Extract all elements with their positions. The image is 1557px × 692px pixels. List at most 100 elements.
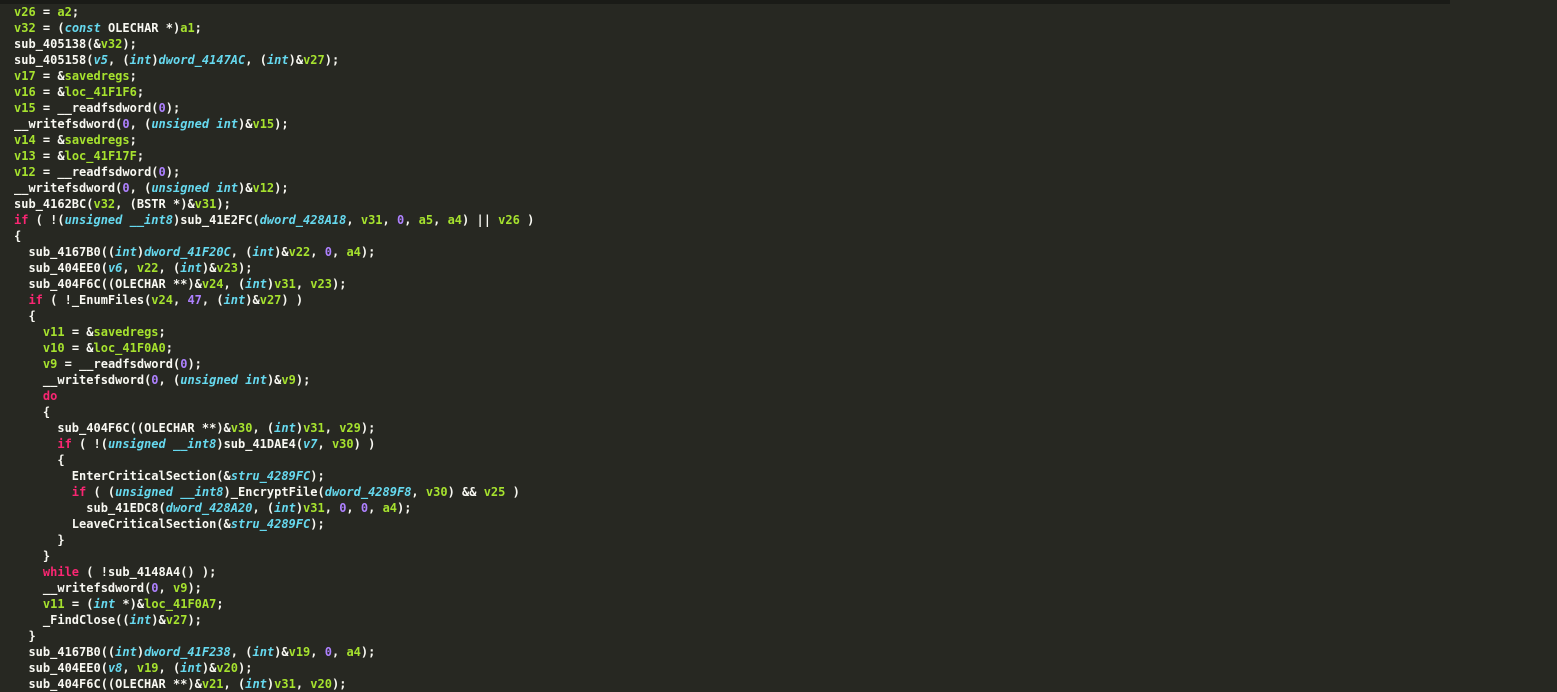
code-line[interactable]: sub_404F6C((OLECHAR **)&v30, (int)v31, v… [14,421,375,435]
decompiler-code-view[interactable]: v26 = a2; v32 = (const OLECHAR *)a1; sub… [0,4,1557,692]
code-line[interactable]: { [14,229,21,243]
token-pun: = & [36,133,65,147]
token-id: v30 [332,437,354,451]
token-pun: ; [137,85,144,99]
token-pun: *)& [166,197,195,211]
token-pun: , [310,645,324,659]
token-pun: , [310,245,324,259]
code-line[interactable]: v9 = __readfsdword(0); [14,357,202,371]
code-line[interactable]: if ( !(unsigned __int8)sub_41DAE4(v7, v3… [14,437,375,451]
code-line[interactable]: } [14,549,50,563]
code-line[interactable]: sub_4167B0((int)dword_41F20C, (int)&v22,… [14,245,375,259]
token-id: v19 [289,645,311,659]
token-white: __writefsdword [14,117,115,131]
token-ty: int [274,501,296,515]
token-pun: ; [166,341,173,355]
token-num: 0 [325,645,332,659]
code-line[interactable]: if ( !_EnumFiles(v24, 47, (int)&v27) ) [14,293,303,307]
code-line[interactable]: { [14,405,50,419]
code-line[interactable]: __writefsdword(0, (unsigned int)&v9); [14,373,310,387]
token-pun: , [433,213,447,227]
token-id: v11 [43,597,65,611]
code-line[interactable]: __writefsdword(0, (unsigned int)&v15); [14,117,289,131]
code-line[interactable]: if ( !(unsigned __int8)sub_41E2FC(dword_… [14,213,534,227]
token-white: sub_404F6C [28,677,100,691]
code-line[interactable]: sub_4167B0((int)dword_41F238, (int)&v19,… [14,645,375,659]
code-line[interactable]: } [14,629,36,643]
code-line[interactable]: v11 = &savedregs; [14,325,166,339]
code-line[interactable]: sub_405138(&v32); [14,37,137,51]
code-line[interactable]: { [14,309,36,323]
token-pun: , ( [159,661,181,675]
token-id: v26 [498,213,520,227]
code-line[interactable]: sub_404F6C((OLECHAR **)&v21, (int)v31, v… [14,677,346,691]
token-id: v11 [43,325,65,339]
token-pun: ) [137,245,144,259]
code-line[interactable]: v15 = __readfsdword(0); [14,101,180,115]
token-pun: } [14,549,50,563]
token-pun: , ( [224,677,246,691]
token-id: a4 [346,245,360,259]
code-line[interactable]: sub_4162BC(v32, (BSTR *)&v31); [14,197,231,211]
token-pun: , ( [252,501,274,515]
token-pun: = ( [36,21,65,35]
token-id: v12 [252,181,274,195]
code-line[interactable]: while ( !sub_4148A4() ); [14,565,216,579]
code-line[interactable]: v32 = (const OLECHAR *)a1; [14,21,202,35]
token-white: OLECHAR [144,421,195,435]
token-pun: , ( [252,421,274,435]
token-addr: v8 [108,661,122,675]
token-pun [14,437,57,451]
token-pun: ) [224,485,231,499]
code-line[interactable]: sub_404EE0(v8, v19, (int)&v20); [14,661,253,675]
token-id: a4 [448,213,462,227]
token-pun: , [173,293,187,307]
token-pun [14,325,43,339]
code-line[interactable]: do [14,389,57,403]
token-pun: , [332,645,346,659]
code-line[interactable]: sub_404F6C((OLECHAR **)&v24, (int)v31, v… [14,277,346,291]
token-pun [166,437,173,451]
code-line[interactable]: _FindClose((int)&v27); [14,613,202,627]
code-line[interactable]: __writefsdword(0, v9); [14,581,202,595]
token-pun: (( [101,245,115,259]
token-ty: __int8 [130,213,173,227]
code-line[interactable]: LeaveCriticalSection(&stru_4289FC); [14,517,325,531]
token-pun: )& [267,373,281,387]
token-pun: (& [86,37,100,51]
code-line[interactable]: } [14,533,65,547]
token-id: v10 [43,341,65,355]
code-line[interactable]: sub_404EE0(v6, v22, (int)&v23); [14,261,253,275]
code-line[interactable]: if ( (unsigned __int8)_EncryptFile(dword… [14,485,520,499]
code-line[interactable]: __writefsdword(0, (unsigned int)&v12); [14,181,289,195]
code-line[interactable]: v12 = __readfsdword(0); [14,165,180,179]
code-line[interactable]: EnterCriticalSection(&stru_4289FC); [14,469,325,483]
token-pun: (( [101,677,115,691]
code-line[interactable]: v26 = a2; [14,5,79,19]
token-addr: v5 [93,53,107,67]
token-pun: , ( [130,181,152,195]
code-line[interactable]: sub_41EDC8(dword_428A20, (int)v31, 0, 0,… [14,501,411,515]
code-line[interactable]: v13 = &loc_41F17F; [14,149,144,163]
token-pun: ; [216,597,223,611]
code-line[interactable]: v11 = (int *)&loc_41F0A7; [14,597,224,611]
code-line[interactable]: { [14,453,65,467]
code-line[interactable]: v14 = &savedregs; [14,133,137,147]
code-line[interactable]: sub_405158(v5, (int)dword_4147AC, (int)&… [14,53,339,67]
token-pun: , [122,261,136,275]
token-pun [14,645,28,659]
token-pun: , [404,213,418,227]
token-white: __writefsdword [43,581,144,595]
token-num: 0 [122,117,129,131]
token-pun: , [122,661,136,675]
code-line[interactable]: v17 = &savedregs; [14,69,137,83]
token-white: _FindClose [43,613,115,627]
code-line[interactable]: v10 = &loc_41F0A0; [14,341,173,355]
token-white: OLECHAR [108,21,159,35]
code-line[interactable]: v16 = &loc_41F1F6; [14,85,144,99]
token-pun: )& [274,645,288,659]
token-ty: int [252,245,274,259]
token-white: OLECHAR [115,277,166,291]
token-addr: v7 [303,437,317,451]
token-pun: ( [159,501,166,515]
